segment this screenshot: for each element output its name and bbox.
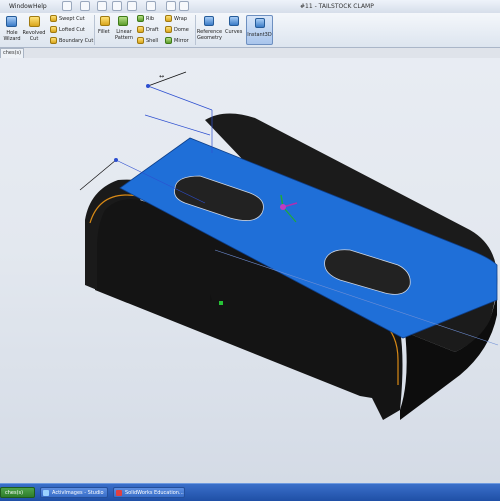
linear-pattern-icon[interactable] <box>118 16 128 26</box>
mirror-icon[interactable] <box>165 37 172 44</box>
snap-point-icon <box>219 301 223 305</box>
revolved-cut-icon[interactable] <box>29 16 40 27</box>
model-view: ↔ <box>79 71 499 420</box>
document-title: #11 - TAILSTOCK CLAMP <box>300 3 374 10</box>
undo-icon[interactable] <box>127 1 137 11</box>
rib-button[interactable]: Rib <box>146 16 154 22</box>
ribbon-separator <box>94 15 95 45</box>
save-icon[interactable] <box>97 1 107 11</box>
linear-pattern-button[interactable]: Linear Pattern <box>113 29 135 41</box>
taskbar-item-solidworks[interactable]: SolidWorks Education... <box>113 487 185 498</box>
taskbar-item-activimages-label: ActivImages - Studio <box>52 490 104 496</box>
mirror-button[interactable]: Mirror <box>174 38 189 44</box>
fillet-button[interactable]: Fillet <box>98 29 110 35</box>
fillet-icon[interactable] <box>100 16 110 26</box>
activimages-icon <box>43 490 49 496</box>
curves-button[interactable]: Curves <box>225 29 242 35</box>
instant3d-label: Instant3D <box>247 32 272 38</box>
options-icon[interactable] <box>179 1 189 11</box>
print-icon[interactable] <box>112 1 122 11</box>
boundary-cut-icon[interactable] <box>50 37 57 44</box>
reference-geometry-button[interactable]: Reference Geometry <box>196 29 223 41</box>
command-manager: Hole Wizard Revolved Cut Swept Cut Lofte… <box>0 13 500 48</box>
rib-icon[interactable] <box>137 15 144 22</box>
solidworks-icon <box>116 490 122 496</box>
wrap-icon[interactable] <box>165 15 172 22</box>
hole-wizard-icon[interactable] <box>6 16 17 27</box>
lofted-cut-icon[interactable] <box>50 26 57 33</box>
select-icon[interactable] <box>146 1 156 11</box>
shell-icon[interactable] <box>137 37 144 44</box>
boundary-cut-button[interactable]: Boundary Cut <box>59 38 93 44</box>
wrap-button[interactable]: Wrap <box>174 16 187 22</box>
shell-button[interactable]: Shell <box>146 38 158 44</box>
hole-wizard-button[interactable]: Hole Wizard <box>3 30 21 42</box>
dome-button[interactable]: Dome <box>174 27 189 33</box>
dimension-line-top <box>147 85 213 111</box>
taskbar-item-1[interactable]: ches(s) <box>0 487 35 498</box>
draft-icon[interactable] <box>137 26 144 33</box>
graphics-area[interactable]: ↔ <box>0 58 500 483</box>
taskbar: ches(s) ActivImages - Studio SolidWorks … <box>0 483 500 501</box>
curves-icon[interactable] <box>229 16 239 26</box>
dimension-arrow-icon: ↔ <box>159 73 164 80</box>
swept-cut-button[interactable]: Swept Cut <box>59 16 85 22</box>
taskbar-item-solidworks-label: SolidWorks Education... <box>125 490 184 496</box>
dimension-leader <box>147 71 187 87</box>
title-bar: Window Help #11 - TAILSTOCK CLAMP <box>0 0 500 14</box>
lofted-cut-button[interactable]: Lofted Cut <box>59 27 85 33</box>
draft-button[interactable]: Draft <box>146 27 159 33</box>
dome-icon[interactable] <box>165 26 172 33</box>
new-document-icon[interactable] <box>62 1 72 11</box>
revolved-cut-button[interactable]: Revolved Cut <box>22 30 46 42</box>
swept-cut-icon[interactable] <box>50 15 57 22</box>
instant3d-button[interactable]: Instant3D <box>246 15 273 45</box>
dimension-handle[interactable] <box>146 84 150 88</box>
triad-origin[interactable] <box>280 204 286 210</box>
taskbar-item-activimages[interactable]: ActivImages - Studio <box>40 487 108 498</box>
reference-geometry-icon[interactable] <box>204 16 214 26</box>
menu-window[interactable]: Window <box>9 3 33 10</box>
menu-help[interactable]: Help <box>33 3 47 10</box>
dimension-extension-2 <box>144 114 211 136</box>
open-icon[interactable] <box>80 1 90 11</box>
instant3d-icon <box>255 18 265 28</box>
rebuild-icon[interactable] <box>166 1 176 11</box>
